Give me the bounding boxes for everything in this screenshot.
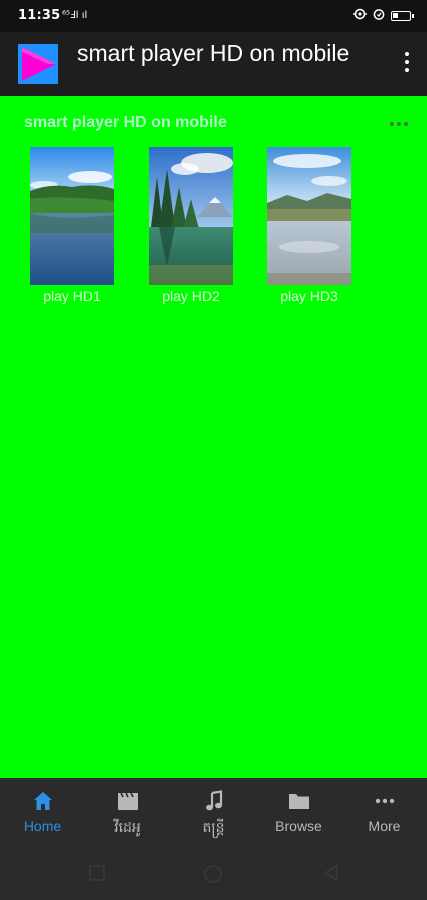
nav-label: Home xyxy=(23,818,62,834)
nav-label: Browse xyxy=(275,818,322,834)
battery-icon xyxy=(391,10,414,21)
video-label: play HD3 xyxy=(280,288,338,304)
status-time: 11:35 xyxy=(18,8,61,23)
video-card-hd3[interactable]: play HD3 xyxy=(267,147,351,307)
video-label: play HD1 xyxy=(43,288,101,304)
video-grid: play HD1 play HD2 play HD3 xyxy=(0,147,427,317)
app-bar: smart player HD on mobile xyxy=(0,32,427,96)
calm-lake-sky-thumbnail xyxy=(267,147,351,285)
section-more-icon[interactable] xyxy=(390,122,414,128)
network-indicators: ⁶⁵Ⅎl ıl xyxy=(62,8,114,23)
video-card-hd2[interactable]: play HD2 xyxy=(149,147,233,307)
location-icon xyxy=(353,8,367,23)
nav-label: តន្ត្រី xyxy=(202,819,225,835)
app-logo-icon xyxy=(18,44,58,84)
music-note-icon xyxy=(206,790,223,811)
nav-browse[interactable]: Browse xyxy=(256,778,341,850)
more-vertical-icon[interactable] xyxy=(403,52,411,76)
mountain-pine-lake-thumbnail xyxy=(149,147,233,285)
home-system-icon[interactable] xyxy=(203,864,223,884)
app-title: smart player HD on mobile xyxy=(77,40,350,66)
back-icon[interactable] xyxy=(322,864,340,882)
nav-music[interactable]: តន្ត្រី xyxy=(171,778,256,850)
home-icon xyxy=(34,792,52,810)
nav-video[interactable]: វីដេអូ xyxy=(85,778,170,850)
nav-label: វីដេអូ xyxy=(114,819,141,835)
bottom-navigation: Home វីដេអូ តន្ត្រី Browse More xyxy=(0,778,427,850)
nav-more[interactable]: More xyxy=(342,778,427,850)
more-horizontal-icon xyxy=(375,798,395,804)
nav-home[interactable]: Home xyxy=(0,778,85,850)
lake-forest-thumbnail xyxy=(30,147,114,285)
system-navigation-bar xyxy=(0,850,427,900)
section-title: smart player HD on mobile xyxy=(24,114,227,131)
folder-icon xyxy=(289,794,309,809)
svg-text:⁶⁵Ⅎl ıl: ⁶⁵Ⅎl ıl xyxy=(62,10,87,20)
alarm-icon xyxy=(373,8,385,23)
video-card-hd1[interactable]: play HD1 xyxy=(30,147,114,307)
recent-apps-icon[interactable] xyxy=(88,864,106,882)
clapperboard-icon xyxy=(118,792,138,810)
status-bar: 11:35 ⁶⁵Ⅎl ıl xyxy=(0,0,427,32)
status-icons xyxy=(353,8,414,23)
nav-label: More xyxy=(368,818,401,834)
video-label: play HD2 xyxy=(162,288,220,304)
